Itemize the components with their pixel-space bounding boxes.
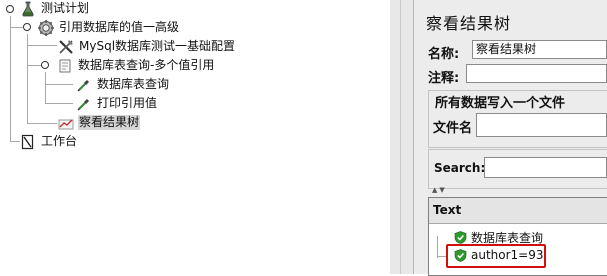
tree-connector <box>45 72 46 104</box>
search-input[interactable] <box>484 157 607 178</box>
tree-connector <box>27 34 28 124</box>
write-all-label: 所有数据写入一个文件 <box>435 96 566 111</box>
tree-item-label: 测试计划 <box>41 1 90 15</box>
splitter-arrows-icon[interactable]: ▲▼ <box>432 186 447 194</box>
expand-toggle[interactable] <box>23 23 31 31</box>
tree-connector <box>45 84 73 85</box>
pipette-icon <box>77 98 90 110</box>
tree-item-label: 打印引用值 <box>97 96 158 110</box>
text-header-label: Text <box>433 203 462 217</box>
tree-item-label: 察看结果树 <box>78 115 141 130</box>
tree-connector <box>27 45 57 46</box>
filename-label: 文件名 <box>433 121 473 136</box>
expand-toggle[interactable] <box>41 61 49 69</box>
tree-connector <box>437 236 438 258</box>
split-pane-divider[interactable] <box>390 0 414 274</box>
tools-icon <box>59 39 73 54</box>
panel-title: 察看结果树 <box>426 14 512 33</box>
tree-item-test-plan[interactable]: 测试计划 <box>20 0 90 17</box>
notebook-icon <box>21 134 34 149</box>
tree-connector <box>45 103 73 104</box>
flask-icon <box>22 1 34 16</box>
results-tree: Text 数据库表查询 author1=93 <box>428 197 607 276</box>
comment-field[interactable] <box>466 64 607 83</box>
search-label: Search: <box>434 161 486 175</box>
tree-item-label: MySql数据库测试一基础配置 <box>79 39 236 53</box>
name-label: 名称: <box>428 47 460 62</box>
name-field[interactable]: 察看结果树 <box>472 40 607 59</box>
test-plan-tree: 测试计划 引用数据库的值一高级 MySql数据库测试一基础配置 数据库表查询-多… <box>0 0 390 274</box>
tree-item-label: 数据库表查询-多个值引用 <box>78 58 215 72</box>
results-tree-panel: 察看结果树 名称: 察看结果树 注释: 所有数据写入一个文件 文件名 Searc… <box>414 0 607 276</box>
tree-item-label: 工作台 <box>41 134 78 148</box>
tree-item-label: 数据库表查询 <box>97 77 170 91</box>
gear-icon <box>38 19 54 36</box>
tree-item-print-value[interactable]: 打印引用值 <box>76 95 158 112</box>
tree-item-view-results[interactable]: 察看结果树 <box>58 114 141 131</box>
expand-toggle[interactable] <box>6 5 14 13</box>
tree-item-db-query[interactable]: 数据库表查询 <box>76 76 170 93</box>
controller-icon <box>59 59 71 72</box>
tree-item-mysql-config[interactable]: MySql数据库测试一基础配置 <box>58 38 236 55</box>
tree-connector <box>27 123 57 124</box>
success-shield-icon <box>454 231 467 244</box>
tree-connector <box>10 16 11 142</box>
chart-icon <box>58 119 74 129</box>
tree-item-db-query-controller[interactable]: 数据库表查询-多个值引用 <box>57 57 215 74</box>
tree-connector <box>10 27 24 28</box>
tree-item-workbench[interactable]: 工作台 <box>20 133 78 150</box>
text-column-header[interactable]: Text <box>429 198 607 224</box>
pipette-icon <box>77 79 90 91</box>
tree-item-label: 引用数据库的值一高级 <box>59 20 180 34</box>
filename-field[interactable] <box>476 113 607 137</box>
tree-connector <box>10 141 20 142</box>
highlight-box <box>446 244 546 268</box>
comment-label: 注释: <box>428 71 460 86</box>
divider-ridge <box>400 0 401 274</box>
tree-item-thread-group[interactable]: 引用数据库的值一高级 <box>38 19 180 36</box>
